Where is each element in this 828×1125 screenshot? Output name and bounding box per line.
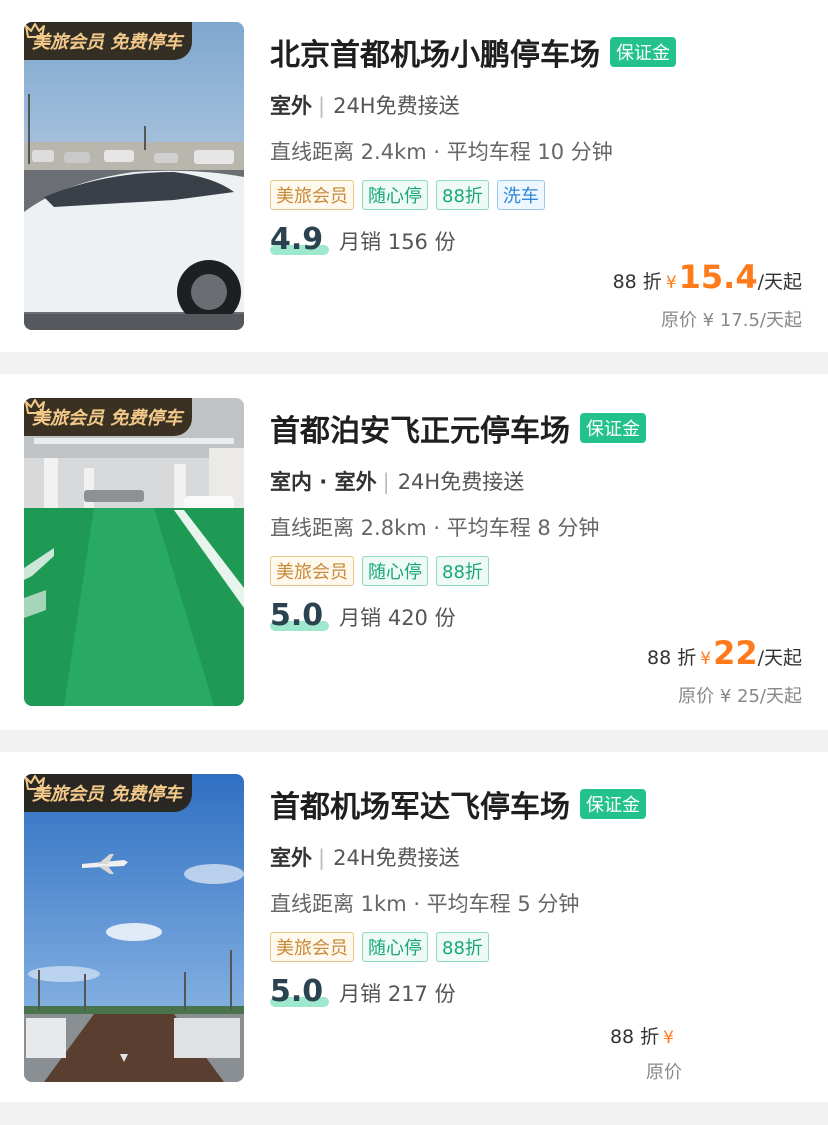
parking-type: 室外 xyxy=(270,846,312,870)
tag-discount: 88折 xyxy=(436,932,489,962)
parking-photo[interactable]: 美旅会员 免费停车 xyxy=(24,22,244,330)
monthly-sales: 月销 420 份 xyxy=(339,606,456,630)
rating-score: 5.0 xyxy=(270,598,330,633)
listing-card[interactable]: 美旅会员 免费停车 北京首都机场小鹏停车场 保证金 室外 | 24H免费接送 直线距… xyxy=(0,0,828,352)
rating-row: 5.0 月销 420 份 xyxy=(270,598,456,633)
divider: | xyxy=(318,846,326,870)
parking-photo[interactable]: 美旅会员 免费停车 xyxy=(24,398,244,706)
tag-discount: 88折 xyxy=(436,180,489,210)
rating-score: 5.0 xyxy=(270,974,330,1009)
monthly-sales: 月销 156 份 xyxy=(339,230,456,254)
tag-discount: 88折 xyxy=(436,556,489,586)
distance-info: 直线距离 1km · 平均车程 5 分钟 xyxy=(270,892,580,916)
original-price: 原价 ¥ 17.5/天起 xyxy=(660,310,802,331)
parking-photo[interactable]: 美旅会员 免费停车 xyxy=(24,774,244,1082)
tag-flexible: 随心停 xyxy=(362,556,428,586)
tag-list: 美旅会员 随心停 88折 xyxy=(270,556,489,586)
currency-symbol: ¥ xyxy=(663,1028,674,1048)
tag-list: 美旅会员 随心停 88折 xyxy=(270,932,489,962)
listing-card[interactable]: 美旅会员 免费停车 首都泊安飞正元停车场 保证金 室内 · 室外 | 24H免费接送… xyxy=(0,374,828,730)
badge-text: 美旅会员 免费停车 xyxy=(32,784,183,805)
tag-flexible: 随心停 xyxy=(362,180,428,210)
discount-label: 88 折 xyxy=(612,271,662,293)
divider: | xyxy=(382,470,390,494)
tag-list: 美旅会员 随心停 88折 洗车 xyxy=(270,180,545,210)
distance-info: 直线距离 2.4km · 平均车程 10 分钟 xyxy=(270,140,613,164)
price-unit: /天起 xyxy=(757,271,802,293)
badge-text: 美旅会员 免费停车 xyxy=(32,408,183,429)
deposit-badge: 保证金 xyxy=(610,37,676,67)
currency-symbol: ¥ xyxy=(665,273,677,293)
original-price: 原价 xyxy=(646,1062,682,1083)
crown-icon xyxy=(25,399,45,414)
shuttle-service: 24H免费接送 xyxy=(333,94,460,118)
parking-lot-name[interactable]: 北京首都机场小鹏停车场 xyxy=(270,30,600,74)
badge-text: 美旅会员 免费停车 xyxy=(32,32,183,53)
parking-lot-name[interactable]: 首都机场军达飞停车场 xyxy=(270,782,570,826)
rating-row: 4.9 月销 156 份 xyxy=(270,222,456,257)
discount-label: 88 折 xyxy=(647,647,697,669)
parking-type-row: 室内 · 室外 | 24H免费接送 xyxy=(270,466,524,496)
parking-lot-name[interactable]: 首都泊安飞正元停车场 xyxy=(270,406,570,450)
rating-score: 4.9 xyxy=(270,222,330,257)
parking-type: 室内 · 室外 xyxy=(270,470,377,494)
currency-symbol: ¥ xyxy=(700,649,712,669)
tag-member: 美旅会员 xyxy=(270,932,354,962)
tag-member: 美旅会员 xyxy=(270,180,354,210)
price-row: 88 折 ¥ 22 /天起 xyxy=(647,634,802,672)
price-row: 88 折 ¥ 15.4 /天起 xyxy=(613,258,802,296)
price-unit: /天起 xyxy=(757,647,802,669)
price-value: 22 xyxy=(713,634,758,672)
distance-info: 直线距离 2.8km · 平均车程 8 分钟 xyxy=(270,516,600,540)
listing-card[interactable]: 美旅会员 免费停车 首都机场军达飞停车场 保证金 室外 | 24H免费接送 直线距离… xyxy=(0,752,828,1102)
original-price: 原价 ¥ 25/天起 xyxy=(678,686,802,707)
price-value: 15.4 xyxy=(678,258,758,296)
rating-row: 5.0 月销 217 份 xyxy=(270,974,456,1009)
tag-car-wash: 洗车 xyxy=(496,180,545,210)
tag-member: 美旅会员 xyxy=(270,556,354,586)
discount-label: 88 折 xyxy=(609,1026,660,1048)
member-free-parking-badge: 美旅会员 免费停车 xyxy=(24,22,193,60)
shuttle-service: 24H免费接送 xyxy=(333,846,460,870)
parking-type-row: 室外 | 24H免费接送 xyxy=(270,842,460,872)
shuttle-service: 24H免费接送 xyxy=(397,470,525,494)
crown-icon xyxy=(25,23,45,38)
crown-icon xyxy=(25,775,45,790)
monthly-sales: 月销 217 份 xyxy=(339,982,456,1006)
member-free-parking-badge: 美旅会员 免费停车 xyxy=(24,398,193,436)
deposit-badge: 保证金 xyxy=(580,789,646,819)
member-free-parking-badge: 美旅会员 免费停车 xyxy=(24,774,193,812)
parking-type: 室外 xyxy=(270,94,312,118)
tag-flexible: 随心停 xyxy=(362,932,428,962)
deposit-badge: 保证金 xyxy=(580,413,646,443)
price-row: 88 折 ¥ xyxy=(610,1022,676,1049)
divider: | xyxy=(318,94,326,118)
parking-type-row: 室外 | 24H免费接送 xyxy=(270,90,460,120)
